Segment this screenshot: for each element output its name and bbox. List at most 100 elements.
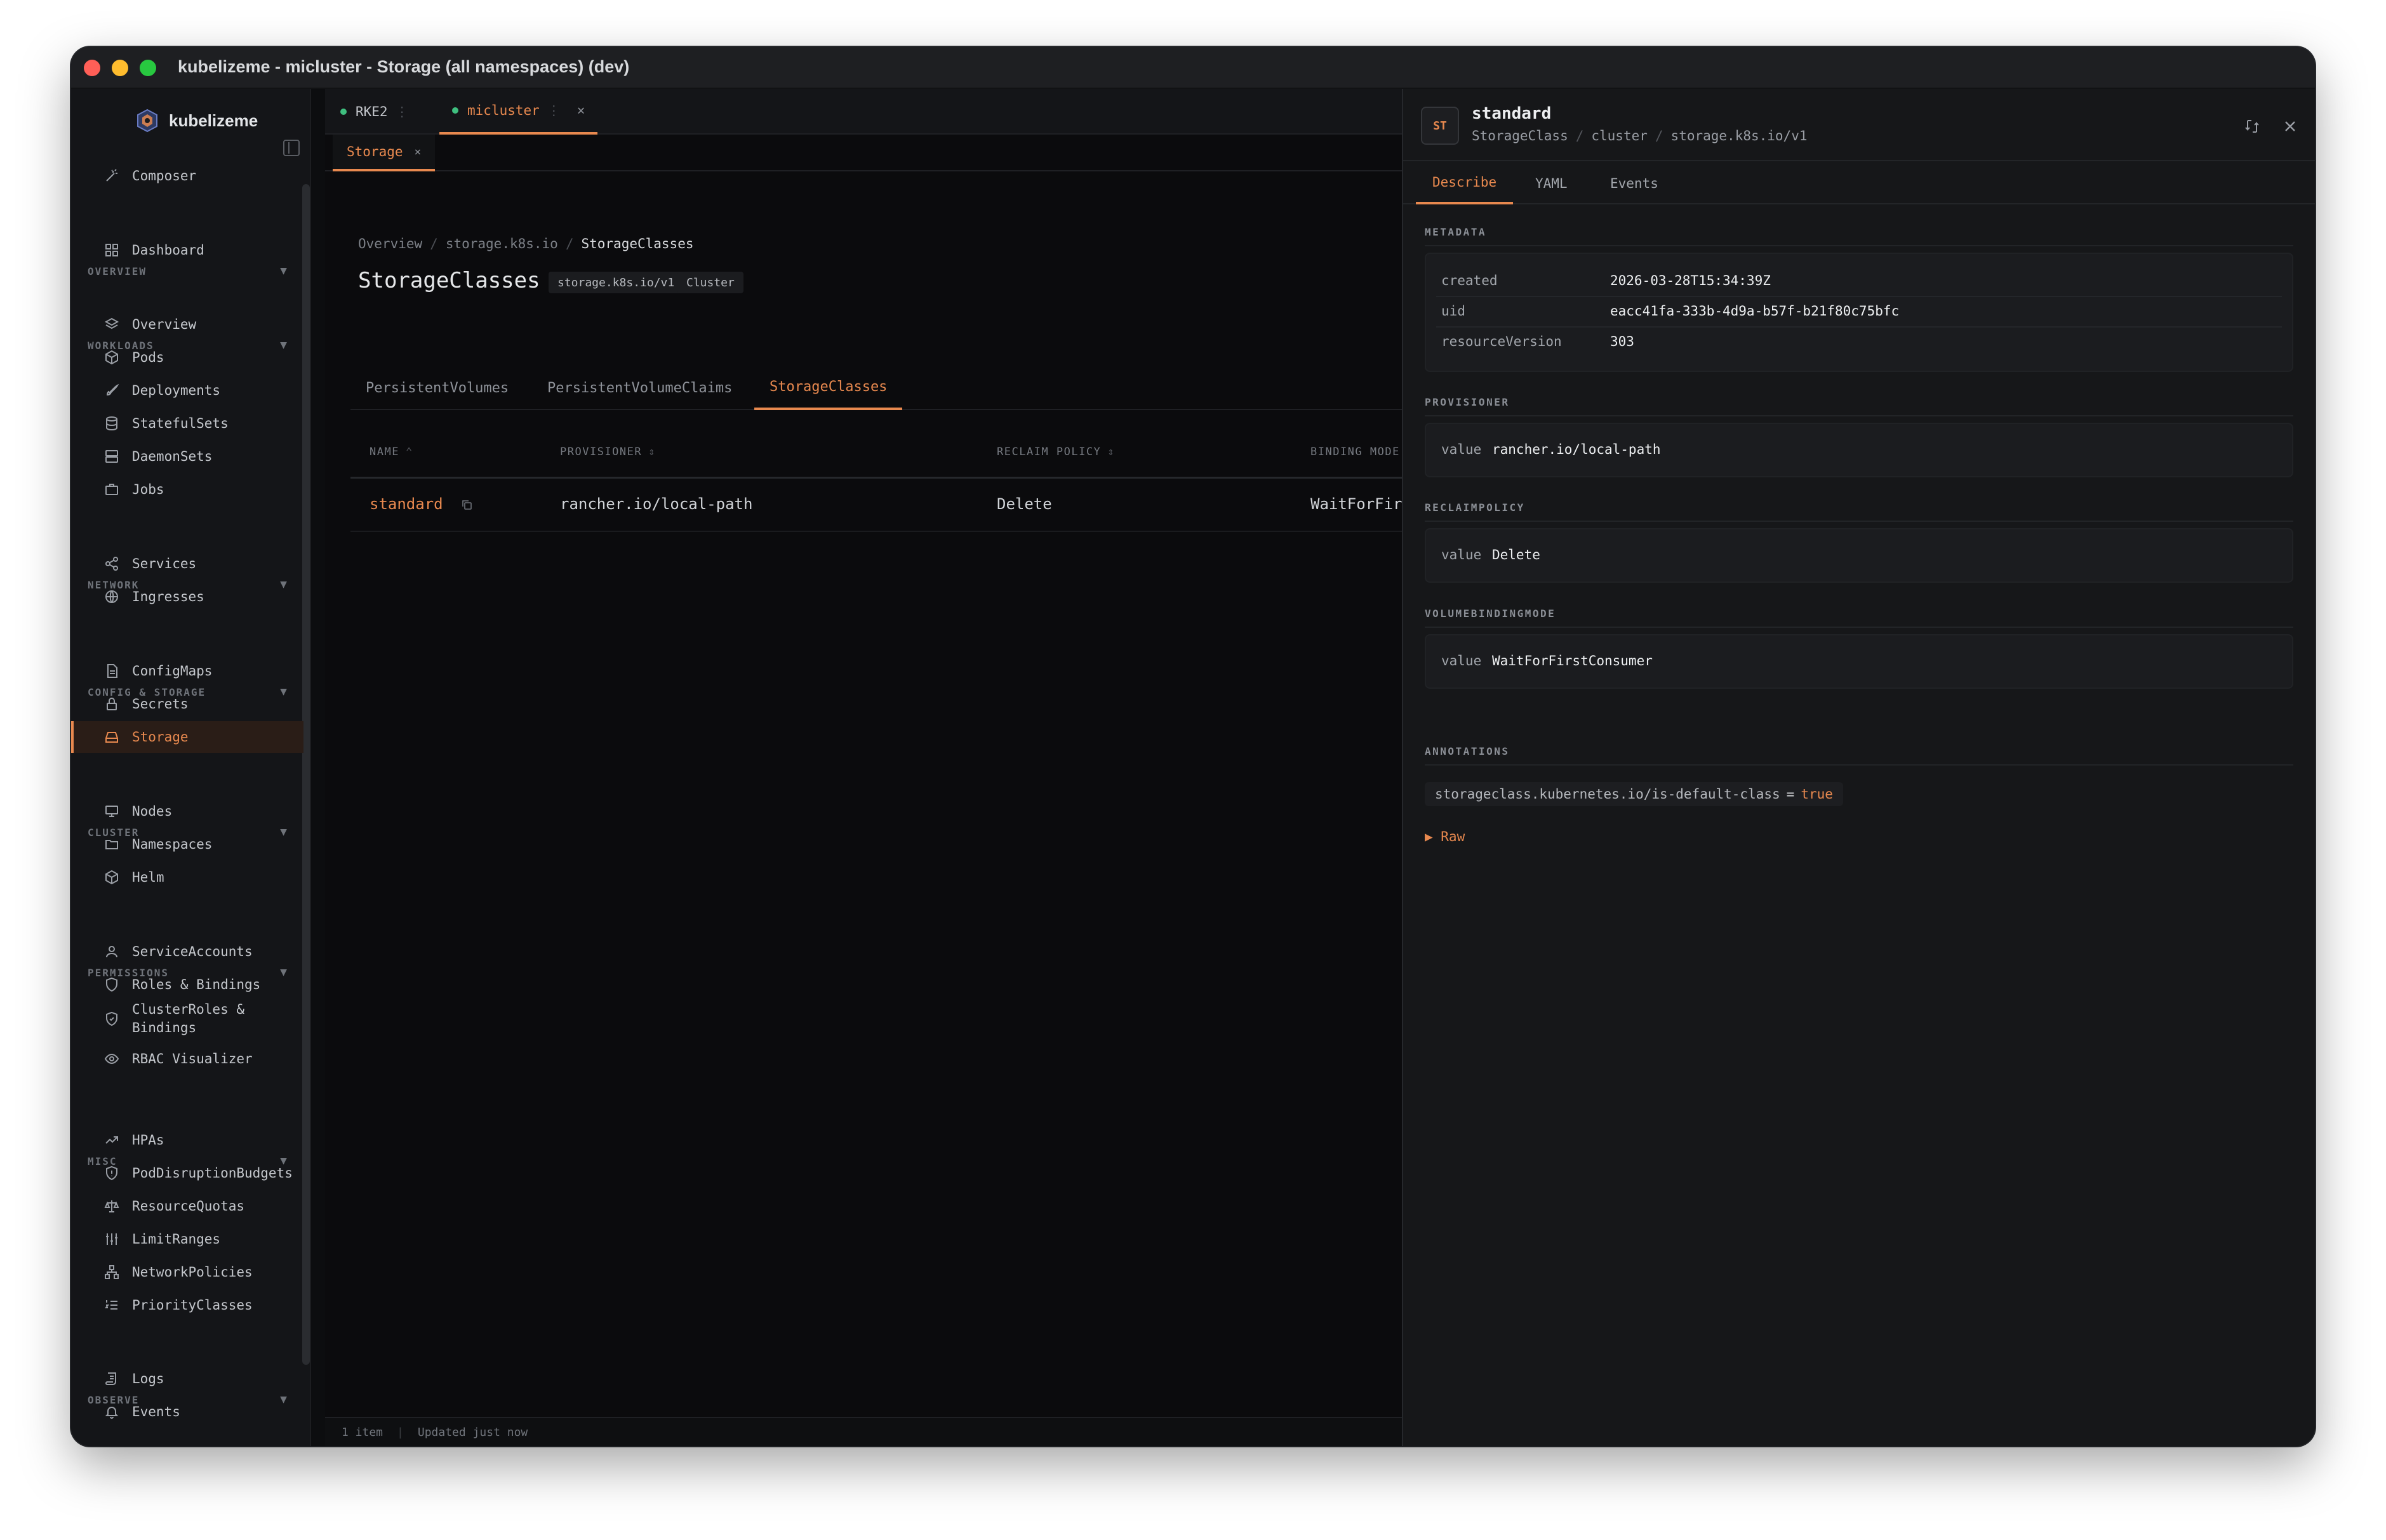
section-annotations: ANNOTATIONS <box>1425 745 1510 757</box>
detail-scope: cluster <box>1591 128 1648 143</box>
metadata-value-uid: eacc41fa-333b-4d9a-b57f-b21f80c75bfc <box>1610 303 1900 319</box>
brand[interactable]: kubelizeme <box>135 108 258 133</box>
table-header: NAME ⌃ PROVISIONER ⇕ RECLAIM POLICY ⇕ BINDI… <box>350 428 1402 479</box>
column-header-name[interactable]: NAME ⌃ <box>370 446 413 458</box>
breadcrumb: Overview / storage.k8s.io / StorageClasses <box>358 236 694 251</box>
section-overview[interactable]: OVERVIEW ▼ <box>88 264 303 277</box>
breadcrumb-separator: / <box>565 236 574 251</box>
nav-statefulsets[interactable]: StatefulSets <box>71 408 303 439</box>
subtitle-separator: / <box>1575 128 1584 143</box>
tab-describe[interactable]: Describe <box>1416 163 1514 204</box>
nav-label: DaemonSets <box>132 449 213 464</box>
metadata-value-created: 2026-03-28T15:34:39Z <box>1610 273 1771 288</box>
nav-label: PodDisruptionBudgets <box>132 1165 293 1181</box>
column-header-binding[interactable]: BINDING MODE <box>1310 446 1402 458</box>
value-key: value <box>1441 653 1482 668</box>
nav-label: Composer <box>132 168 197 183</box>
nav-services[interactable]: Services <box>71 548 303 580</box>
app-window: kubelizeme - micluster - Storage (all na… <box>71 47 2315 1446</box>
kubelizeme-logo-icon <box>137 109 157 133</box>
nav-pdb[interactable]: PodDisruptionBudgets <box>71 1157 303 1189</box>
cluster-tab-label: RKE2 <box>356 104 388 119</box>
breadcrumb-group[interactable]: storage.k8s.io <box>446 236 558 251</box>
nav-nodes[interactable]: Nodes <box>71 795 303 827</box>
column-header-reclaim[interactable]: RECLAIM POLICY ⇕ <box>997 446 1115 458</box>
nav-pods[interactable]: Pods <box>71 342 303 373</box>
tab-yaml[interactable]: YAML <box>1519 163 1584 204</box>
tab-persistentvolumeclaims[interactable]: PersistentVolumeClaims <box>532 366 747 410</box>
cell-name[interactable]: standard <box>370 495 472 513</box>
briefcase-icon <box>105 484 118 495</box>
nav-roles-bindings[interactable]: Roles & Bindings <box>71 969 303 1000</box>
annotation-value: true <box>1801 787 1833 802</box>
share-icon <box>105 557 118 571</box>
nav-label: Logs <box>132 1371 164 1386</box>
tab-menu-icon[interactable]: ⋮ <box>396 104 409 119</box>
nav-composer[interactable]: Composer <box>71 160 303 192</box>
nav-label: Dashboard <box>132 242 204 258</box>
collapse-sidebar-button[interactable] <box>283 140 300 156</box>
breadcrumb-overview[interactable]: Overview <box>358 236 422 251</box>
table-row[interactable]: standard rancher.io/local-path Delete Wa… <box>350 479 1402 532</box>
close-tab-icon[interactable]: × <box>415 145 422 159</box>
sort-icon: ⇕ <box>1107 446 1116 458</box>
grid-icon <box>105 244 118 256</box>
nav-hpas[interactable]: HPAs <box>71 1124 303 1156</box>
view-tab-storage[interactable]: Storage × <box>333 135 436 171</box>
nav-dashboard[interactable]: Dashboard <box>71 234 303 266</box>
nav-label-line-1: ClusterRoles & <box>132 1002 245 1017</box>
cell-reclaim: Delete <box>997 495 1052 513</box>
metadata-key-resourceversion: resourceVersion <box>1441 334 1562 349</box>
annotation-chip: storageclass.kubernetes.io/is-default-cl… <box>1425 782 1843 806</box>
raw-toggle[interactable]: ▶ Raw <box>1425 829 1465 844</box>
close-tab-icon[interactable]: × <box>577 103 585 118</box>
file-text-icon <box>107 664 117 678</box>
cluster-tab-rke2[interactable]: RKE2 ⋮ <box>340 89 417 135</box>
rocket-icon <box>106 383 119 396</box>
nav-rbac-visualizer[interactable]: RBAC Visualizer <box>71 1043 303 1075</box>
section-divider <box>1425 521 2293 522</box>
minimize-window-button[interactable] <box>112 60 128 76</box>
nav-ingresses[interactable]: Ingresses <box>71 581 303 613</box>
nav-storage[interactable]: Storage <box>71 721 303 753</box>
maximize-window-button[interactable] <box>140 60 156 76</box>
section-divider <box>1425 415 2293 416</box>
nav-resourcequotas[interactable]: ResourceQuotas <box>71 1190 303 1222</box>
tab-menu-icon[interactable]: ⋮ <box>547 103 561 118</box>
nav-deployments[interactable]: Deployments <box>71 375 303 406</box>
nav-clusterroles-bindings[interactable]: ClusterRoles & Bindings <box>71 997 303 1041</box>
nav-label: RBAC Visualizer <box>132 1051 253 1066</box>
tab-events[interactable]: Events <box>1594 163 1675 204</box>
nav-priorityclasses[interactable]: PriorityClasses <box>71 1289 303 1321</box>
nav-networkpolicies[interactable]: NetworkPolicies <box>71 1256 303 1288</box>
detail-subtitle: StorageClass / cluster / storage.k8s.io/v1 <box>1472 128 1807 143</box>
nav-namespaces[interactable]: Namespaces <box>71 828 303 860</box>
tab-persistentvolumes[interactable]: PersistentVolumes <box>350 366 524 410</box>
close-panel-icon[interactable] <box>2281 117 2300 136</box>
cluster-tab-micluster[interactable]: micluster ⋮ × <box>439 89 598 135</box>
tab-storageclasses[interactable]: StorageClasses <box>754 366 903 410</box>
section-provisioner: PROVISIONER <box>1425 396 1510 408</box>
nav-configmaps[interactable]: ConfigMaps <box>71 655 303 687</box>
nav-limitranges[interactable]: LimitRanges <box>71 1223 303 1255</box>
nav-overview[interactable]: Overview <box>71 309 303 340</box>
status-dot <box>340 109 347 115</box>
server-icon <box>105 450 118 463</box>
copy-icon[interactable] <box>461 499 472 510</box>
nav-label: ResourceQuotas <box>132 1198 245 1214</box>
brand-name: kubelizeme <box>169 110 258 130</box>
nav-label: Helm <box>132 870 164 885</box>
volumebindingmode-value: WaitForFirstConsumer <box>1492 653 1653 668</box>
nav-logs[interactable]: Logs <box>71 1363 303 1395</box>
nav-events[interactable]: Events <box>71 1396 303 1428</box>
column-header-provisioner[interactable]: PROVISIONER ⇕ <box>560 446 656 458</box>
nav-daemonsets[interactable]: DaemonSets <box>71 441 303 472</box>
nav-secrets[interactable]: Secrets <box>71 688 303 720</box>
nav-jobs[interactable]: Jobs <box>71 474 303 505</box>
nav-helm[interactable]: Helm <box>71 861 303 893</box>
list-ordered-icon <box>105 1300 117 1310</box>
nav-label: Secrets <box>132 696 189 712</box>
swap-icon[interactable] <box>2243 117 2262 136</box>
close-window-button[interactable] <box>84 60 100 76</box>
nav-serviceaccounts[interactable]: ServiceAccounts <box>71 936 303 967</box>
